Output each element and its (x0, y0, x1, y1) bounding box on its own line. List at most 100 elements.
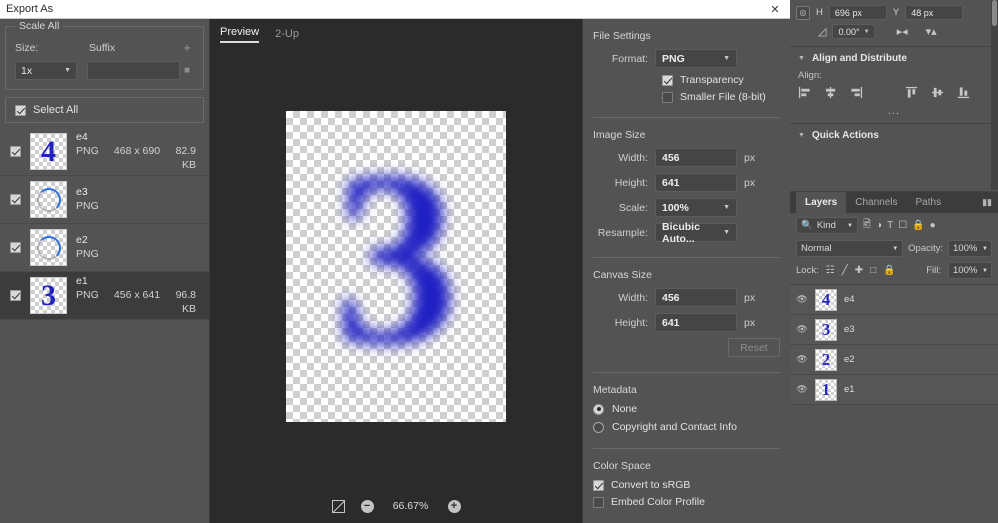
image-width-input[interactable]: 456 (655, 148, 737, 167)
suffix-input[interactable] (87, 61, 180, 80)
asset-name: e3 (76, 186, 88, 198)
convert-srgb-row[interactable]: Convert to sRGB (593, 479, 780, 491)
flip-vertical-icon[interactable]: ▾▴ (926, 25, 937, 38)
adjustment-filter-icon[interactable]: ◑ (876, 220, 882, 231)
flip-horizontal-icon[interactable]: ▸◂ (897, 25, 908, 38)
asset-meta: PNG 456 x 641 96.8 KB (76, 288, 200, 316)
eye-icon[interactable]: 👁 (796, 384, 808, 395)
y-field[interactable]: 48 px (905, 5, 964, 20)
chevron-down-icon[interactable]: ▼ (798, 55, 805, 62)
lock-all-icon[interactable]: 🔒 (883, 265, 895, 276)
zoom-out-icon[interactable]: − (360, 499, 374, 513)
tab-paths[interactable]: Paths (907, 192, 951, 213)
tab-channels[interactable]: Channels (846, 192, 906, 213)
lock-image-pixels-icon[interactable]: ╱ (842, 265, 848, 276)
filter-toggle-icon[interactable]: ● (930, 220, 936, 231)
asset-row[interactable]: e2 PNG (0, 224, 209, 272)
smaller-file-checkbox[interactable] (662, 91, 673, 103)
eye-icon[interactable]: 👁 (796, 294, 808, 305)
asset-checkbox[interactable] (10, 290, 21, 301)
image-height-input[interactable]: 641 (655, 173, 737, 192)
align-bottom-edges-icon[interactable] (957, 86, 970, 99)
zoom-in-icon[interactable]: + (447, 499, 461, 513)
align-top-edges-icon[interactable] (905, 86, 918, 99)
transparency-checkbox[interactable] (662, 74, 673, 86)
tab-layers[interactable]: Layers (796, 192, 847, 213)
search-icon: 🔍 (801, 220, 813, 231)
close-icon[interactable]: ✕ (764, 0, 786, 19)
metadata-none-radio[interactable] (593, 403, 604, 415)
fill-input[interactable]: 100% ▼ (948, 262, 992, 279)
add-scale-icon[interactable]: + (180, 40, 194, 55)
fit-to-screen-icon[interactable] (331, 499, 345, 513)
layer-row[interactable]: 👁 4 e4 (790, 285, 998, 315)
embed-profile-row[interactable]: Embed Color Profile (593, 496, 780, 508)
align-more-options-icon[interactable]: ... (790, 103, 998, 123)
asset-filesize: 82.9 KB (175, 145, 196, 171)
lock-transparent-pixels-icon[interactable]: ☷ (826, 265, 835, 276)
angle-field[interactable]: 0.00° ▼ (832, 24, 875, 39)
scrollbar-thumb[interactable] (992, 0, 997, 26)
metadata-copyright-row[interactable]: Copyright and Contact Info (593, 421, 780, 433)
convert-srgb-checkbox[interactable] (593, 479, 604, 491)
align-left-edges-icon[interactable] (798, 86, 811, 99)
layer-kind-select[interactable]: 🔍 Kind ▼ (796, 217, 858, 234)
asset-row[interactable]: e3 PNG (0, 176, 209, 224)
quick-actions-header[interactable]: ▼ Quick Actions (790, 124, 998, 147)
pixel-filter-icon[interactable]: 🖻 (863, 217, 871, 234)
chevron-down-icon[interactable]: ▼ (798, 132, 805, 139)
format-select[interactable]: PNG ▼ (655, 49, 737, 68)
layer-row[interactable]: 👁 1 e1 (790, 375, 998, 405)
height-field[interactable]: 696 px (828, 5, 887, 20)
size-select[interactable]: 1x ▼ (15, 61, 77, 80)
type-filter-icon[interactable]: T (887, 220, 893, 231)
transparency-row[interactable]: Transparency (662, 74, 780, 86)
smaller-file-row[interactable]: Smaller File (8-bit) (662, 91, 780, 103)
asset-checkbox[interactable] (10, 194, 21, 205)
reset-button[interactable]: Reset (728, 338, 780, 357)
align-horizontal-centers-icon[interactable] (824, 86, 837, 99)
tab-preview[interactable]: Preview (220, 26, 260, 43)
right-panel-scrollbar[interactable] (991, 0, 998, 190)
layers-panel: Layers Channels Paths ▮▮ 🔍 Kind ▼ 🖻 ◑ T … (790, 192, 998, 523)
smart-object-filter-icon[interactable]: 🔒 (912, 220, 924, 231)
metadata-copyright-radio[interactable] (593, 421, 604, 433)
layer-row[interactable]: 👁 2 e2 (790, 345, 998, 375)
tab-2up[interactable]: 2-Up (275, 28, 299, 43)
eye-icon[interactable]: 👁 (796, 354, 808, 365)
asset-row[interactable]: 3 e1 PNG 456 x 641 96.8 KB (0, 272, 209, 320)
select-all-checkbox[interactable] (15, 104, 26, 116)
asset-name: e4 (76, 131, 88, 143)
delete-scale-icon[interactable]: ■ (180, 65, 194, 76)
align-panel-header[interactable]: ▼ Align and Distribute (790, 47, 998, 70)
canvas-width-input[interactable]: 456 (655, 288, 737, 307)
blend-mode-select[interactable]: Normal ▼ (796, 240, 904, 257)
eye-icon[interactable]: 👁 (796, 324, 808, 335)
opacity-input[interactable]: 100% ▼ (948, 240, 992, 257)
asset-name: e2 (76, 234, 88, 246)
asset-thumbnail (30, 229, 67, 266)
layer-row[interactable]: 👁 3 e3 (790, 315, 998, 345)
metadata-none-row[interactable]: None (593, 403, 780, 415)
asset-row[interactable]: 4 e4 PNG 468 x 690 82.9 KB (0, 128, 209, 176)
align-right-edges-icon[interactable] (850, 86, 863, 99)
resample-select[interactable]: Bicubic Auto... ▼ (655, 221, 737, 245)
image-scale-select[interactable]: 100% ▼ (655, 198, 737, 217)
reference-point-icon[interactable]: ◎ (796, 5, 810, 20)
file-settings-group: File Settings Format: PNG ▼ Transparency… (593, 26, 780, 117)
layers-list[interactable]: 👁 4 e4 👁 3 e3 👁 2 e2 👁 1 e1 (790, 284, 998, 523)
shape-filter-icon[interactable]: ☐ (898, 220, 907, 231)
asset-checkbox[interactable] (10, 146, 21, 157)
chevron-down-icon: ▼ (847, 222, 853, 229)
canvas-height-input[interactable]: 641 (655, 313, 737, 332)
asset-checkbox[interactable] (10, 242, 21, 253)
select-all-row[interactable]: Select All (5, 97, 204, 123)
lock-position-icon[interactable]: ✚ (855, 265, 863, 276)
chevron-down-icon: ▼ (64, 67, 71, 74)
asset-list[interactable]: 4 e4 PNG 468 x 690 82.9 KB e3 PNG e2 PNG 3 e1 PNG 45… (0, 128, 209, 523)
align-vertical-centers-icon[interactable] (931, 86, 944, 99)
panel-menu-icon[interactable]: ▮▮ (982, 197, 992, 208)
lock-artboard-nesting-icon[interactable]: □ (870, 265, 876, 276)
photoshop-right-panels: ◎ H 696 px Y 48 px ◿ 0.00° ▼ ▸◂ ▾▴ ▼ Alig… (790, 0, 998, 523)
embed-profile-checkbox[interactable] (593, 496, 604, 508)
